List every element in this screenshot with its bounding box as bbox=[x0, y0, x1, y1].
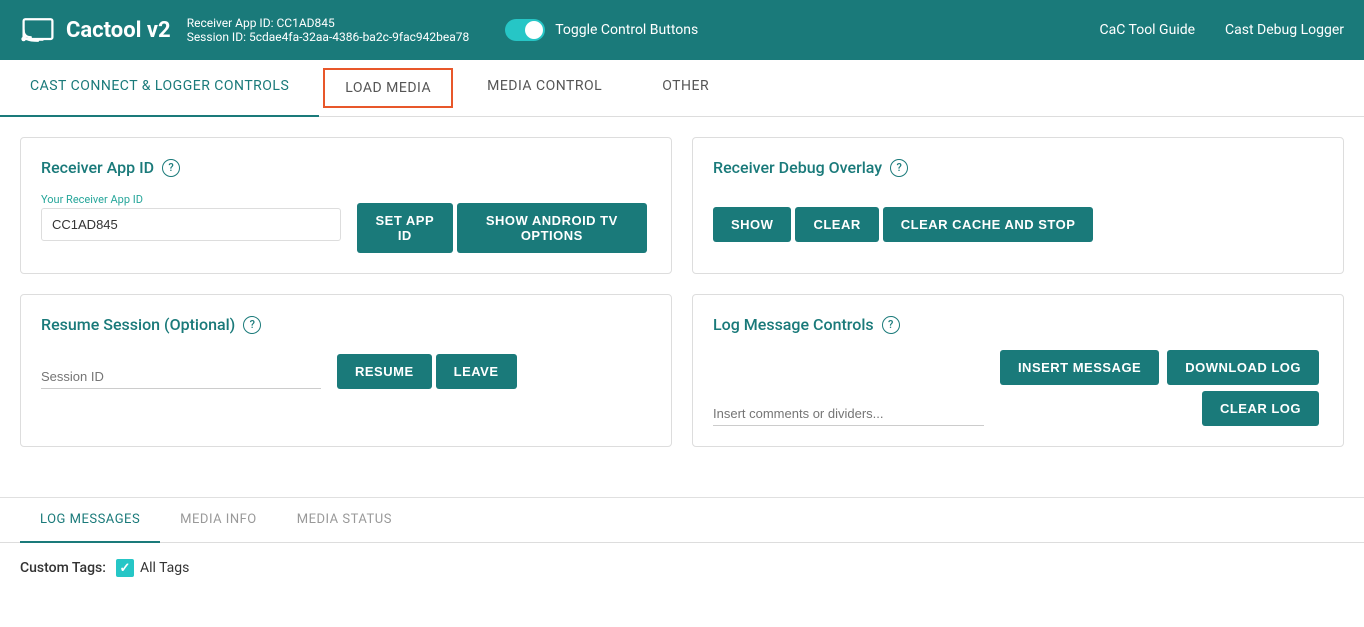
receiver-debug-overlay-card: Receiver Debug Overlay ? SHOW CLEAR CLEA… bbox=[692, 137, 1344, 274]
log-comments-input[interactable] bbox=[713, 402, 984, 426]
resume-session-content: RESUME LEAVE bbox=[41, 350, 651, 389]
log-message-controls-card: Log Message Controls ? INSERT MESSAGE DO… bbox=[692, 294, 1344, 447]
resume-button[interactable]: RESUME bbox=[337, 354, 432, 389]
receiver-debug-overlay-title: Receiver Debug Overlay ? bbox=[713, 158, 1323, 177]
cast-icon bbox=[20, 12, 56, 48]
logo: Cactool v2 bbox=[20, 12, 171, 48]
toggle-switch[interactable] bbox=[505, 19, 545, 41]
tab-other[interactable]: OTHER bbox=[632, 60, 739, 117]
insert-message-button[interactable]: INSERT MESSAGE bbox=[1000, 350, 1159, 385]
log-message-controls-title: Log Message Controls ? bbox=[713, 315, 1323, 334]
receiver-app-id-input-label: Your Receiver App ID bbox=[41, 193, 341, 206]
all-tags-checkbox[interactable] bbox=[116, 559, 134, 577]
resume-session-card: Resume Session (Optional) ? RESUME LEAVE bbox=[20, 294, 672, 447]
bottom-tabs: LOG MESSAGES MEDIA INFO MEDIA STATUS bbox=[0, 498, 1364, 543]
receiver-app-id-card: Receiver App ID ? Your Receiver App ID S… bbox=[20, 137, 672, 274]
custom-tags-row: Custom Tags: All Tags bbox=[0, 543, 1364, 593]
set-app-id-button[interactable]: SET APP ID bbox=[357, 203, 453, 253]
log-input-group bbox=[713, 402, 984, 426]
download-log-button[interactable]: DOWNLOAD LOG bbox=[1167, 350, 1319, 385]
header-nav: CaC Tool Guide Cast Debug Logger bbox=[1100, 22, 1345, 38]
receiver-app-id-help-icon[interactable]: ? bbox=[162, 159, 180, 177]
log-buttons-bottom-row: CLEAR LOG bbox=[1202, 391, 1323, 426]
all-tags-checkbox-container[interactable]: All Tags bbox=[116, 559, 189, 577]
bottom-cards-row: Resume Session (Optional) ? RESUME LEAVE… bbox=[20, 294, 1344, 447]
log-buttons: INSERT MESSAGE DOWNLOAD LOG CLEAR LOG bbox=[1000, 350, 1323, 426]
custom-tags-label: Custom Tags: bbox=[20, 560, 106, 576]
receiver-app-id-header: Receiver App ID: CC1AD845 bbox=[187, 16, 470, 30]
show-debug-button[interactable]: SHOW bbox=[713, 207, 791, 242]
tab-log-messages[interactable]: LOG MESSAGES bbox=[20, 498, 160, 543]
bottom-section: LOG MESSAGES MEDIA INFO MEDIA STATUS Cus… bbox=[0, 497, 1364, 593]
cac-tool-guide-link[interactable]: CaC Tool Guide bbox=[1100, 22, 1196, 38]
receiver-app-id-input-group: Your Receiver App ID bbox=[41, 193, 341, 241]
main-tabs: CAST CONNECT & LOGGER CONTROLS LOAD MEDI… bbox=[0, 60, 1364, 117]
log-message-controls-help-icon[interactable]: ? bbox=[882, 316, 900, 334]
receiver-app-id-content: Your Receiver App ID SET APP ID SHOW AND… bbox=[41, 193, 651, 253]
receiver-debug-overlay-help-icon[interactable]: ? bbox=[890, 159, 908, 177]
receiver-debug-overlay-actions: SHOW CLEAR CLEAR CACHE AND STOP bbox=[713, 207, 1323, 242]
receiver-app-id-title: Receiver App ID ? bbox=[41, 158, 651, 177]
main-content: Receiver App ID ? Your Receiver App ID S… bbox=[0, 117, 1364, 487]
clear-cache-stop-button[interactable]: CLEAR CACHE AND STOP bbox=[883, 207, 1094, 242]
leave-button[interactable]: LEAVE bbox=[436, 354, 517, 389]
header: Cactool v2 Receiver App ID: CC1AD845 Ses… bbox=[0, 0, 1364, 60]
tab-media-control[interactable]: MEDIA CONTROL bbox=[457, 60, 632, 117]
resume-session-help-icon[interactable]: ? bbox=[243, 316, 261, 334]
show-android-tv-button[interactable]: SHOW ANDROID TV OPTIONS bbox=[457, 203, 647, 253]
resume-session-title: Resume Session (Optional) ? bbox=[41, 315, 651, 334]
log-buttons-top-row: INSERT MESSAGE DOWNLOAD LOG bbox=[1000, 350, 1323, 385]
log-message-controls-content: INSERT MESSAGE DOWNLOAD LOG CLEAR LOG bbox=[713, 350, 1323, 426]
top-cards-row: Receiver App ID ? Your Receiver App ID S… bbox=[20, 137, 1344, 274]
cast-debug-logger-link[interactable]: Cast Debug Logger bbox=[1225, 22, 1344, 38]
session-id-input-group bbox=[41, 365, 321, 389]
tab-load-media[interactable]: LOAD MEDIA bbox=[323, 68, 453, 108]
tab-cast-connect[interactable]: CAST CONNECT & LOGGER CONTROLS bbox=[0, 60, 319, 117]
tab-media-info[interactable]: MEDIA INFO bbox=[160, 498, 277, 543]
tab-media-status[interactable]: MEDIA STATUS bbox=[277, 498, 412, 543]
receiver-app-id-actions: SET APP ID SHOW ANDROID TV OPTIONS bbox=[357, 203, 651, 253]
receiver-app-id-input[interactable] bbox=[41, 208, 341, 241]
session-id-header: Session ID: 5cdae4fa-32aa-4386-ba2c-9fac… bbox=[187, 30, 470, 44]
header-ids: Receiver App ID: CC1AD845 Session ID: 5c… bbox=[187, 16, 470, 44]
clear-log-button[interactable]: CLEAR LOG bbox=[1202, 391, 1319, 426]
toggle-control-buttons[interactable]: Toggle Control Buttons bbox=[505, 19, 698, 41]
clear-debug-button[interactable]: CLEAR bbox=[795, 207, 878, 242]
resume-session-actions: RESUME LEAVE bbox=[337, 354, 521, 389]
all-tags-label: All Tags bbox=[140, 560, 189, 576]
session-id-input[interactable] bbox=[41, 365, 321, 389]
